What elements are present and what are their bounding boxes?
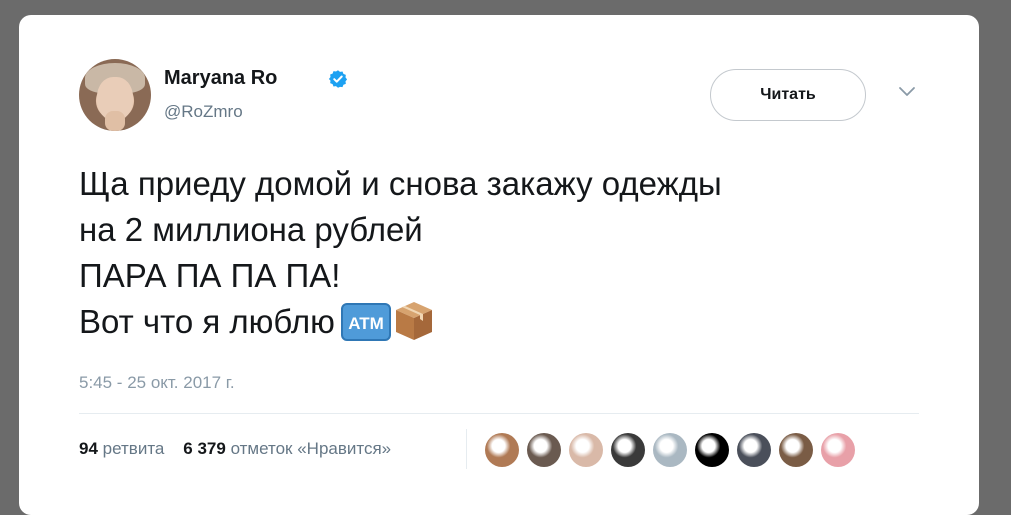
tweet-line: на 2 миллиона рублей <box>79 211 423 248</box>
package-icon <box>395 302 432 341</box>
liker-avatar[interactable] <box>653 433 687 467</box>
tweet-card: Maryana Ro @RoZmro Читать Ща приеду домо… <box>19 15 979 515</box>
tweet-timestamp[interactable]: 5:45 - 25 окт. 2017 г. <box>79 373 235 393</box>
tweet-line-with-emoji: Вот что я люблю ATM <box>79 299 939 345</box>
likers-avatars <box>485 433 855 467</box>
divider <box>79 413 919 414</box>
tweet-line: ПАРА ПА ПА ПА! <box>79 257 341 294</box>
tweet-line: Вот что я люблю <box>79 303 335 340</box>
verified-badge-icon <box>328 70 348 88</box>
retweet-label: ретвита <box>102 439 165 458</box>
likes-label: отметок «Нравится» <box>230 439 392 458</box>
liker-avatar[interactable] <box>569 433 603 467</box>
atm-label: ATM <box>348 314 384 333</box>
tweet-stats: 94 ретвита 6 379 отметок «Нравится» <box>79 439 391 459</box>
author-name[interactable]: Maryana Ro <box>164 67 277 90</box>
avatar[interactable] <box>79 59 151 131</box>
author-handle[interactable]: @RoZmro <box>164 102 243 122</box>
retweet-count-link[interactable]: 94 ретвита <box>79 439 164 458</box>
liker-avatar[interactable] <box>485 433 519 467</box>
atm-sign-icon: ATM <box>340 303 391 342</box>
liker-avatar[interactable] <box>779 433 813 467</box>
tweet-line: Ща приеду домой и снова закажу одежды <box>79 165 722 202</box>
tweet-text: Ща приеду домой и снова закажу одежды на… <box>79 161 939 345</box>
liker-avatar[interactable] <box>737 433 771 467</box>
stats-separator <box>466 429 467 469</box>
liker-avatar[interactable] <box>527 433 561 467</box>
liker-avatar[interactable] <box>611 433 645 467</box>
chevron-down-icon[interactable] <box>897 85 917 99</box>
liker-avatar[interactable] <box>695 433 729 467</box>
retweet-count: 94 <box>79 439 98 458</box>
liker-avatar[interactable] <box>821 433 855 467</box>
likes-count-link[interactable]: 6 379 отметок «Нравится» <box>183 439 391 458</box>
follow-button[interactable]: Читать <box>710 69 866 121</box>
likes-count: 6 379 <box>183 439 226 458</box>
